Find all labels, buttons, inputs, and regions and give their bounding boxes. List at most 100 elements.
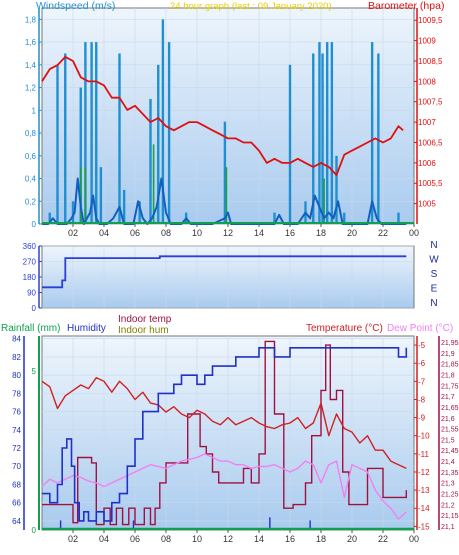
- windspeed-bar: [149, 98, 152, 224]
- windspeed-tick-label: 0: [32, 220, 37, 229]
- indoor-temp-axis-title: Indoor temp: [118, 314, 172, 325]
- temperature-tick-label: -15: [418, 522, 430, 531]
- indoor-temp-tick-label: 21,5: [441, 437, 455, 444]
- indoor-temp-tick-label: 21,25: [441, 492, 459, 499]
- compass-label: N: [430, 298, 437, 309]
- x-tick-label: 04: [99, 534, 109, 544]
- humidity-tick-label: 76: [12, 408, 21, 417]
- barometer-tick-label: 1007,5: [418, 98, 443, 107]
- barometer-tick-label: 1008: [418, 77, 436, 86]
- humidity-tick-label: 78: [12, 389, 21, 398]
- x-tick-label: 18: [316, 534, 326, 544]
- x-tick-label: 20: [347, 228, 357, 238]
- barometer-tick-label: 1008,5: [418, 57, 443, 66]
- temperature-tick-label: -10: [418, 432, 430, 441]
- x-tick-label: 02: [68, 534, 78, 544]
- indoor-temp-tick-label: 21,1: [441, 524, 455, 531]
- x-tick-label: 20: [347, 534, 357, 544]
- windspeed-tick-label: 0,2: [25, 197, 37, 206]
- windspeed-bar: [167, 42, 171, 225]
- barometer-tick-label: 1006: [418, 159, 436, 168]
- indoor-temp-tick-label: 21,7: [441, 394, 455, 401]
- indoor-temp-tick-label: 21,85: [441, 362, 459, 369]
- green-bar: [84, 167, 87, 224]
- humidity-axis-title: Humidity: [67, 323, 106, 334]
- indoor-temp-tick-label: 21,35: [441, 470, 459, 477]
- windspeed-bar: [56, 64, 59, 224]
- x-tick-label: 08: [161, 228, 171, 238]
- indoor-temp-tick-label: 21,8: [441, 372, 455, 379]
- windspeed-bar: [99, 167, 103, 224]
- dew-point-axis-title: Dew Point (°C): [387, 323, 453, 334]
- x-tick-label: 06: [130, 534, 140, 544]
- direction-tick-label: 90: [27, 289, 36, 298]
- indoor-temp-tick-label: 21,75: [441, 383, 459, 390]
- x-tick-label: 00: [409, 534, 419, 544]
- direction-tick-label: 360: [23, 242, 37, 251]
- barometer-tick-label: 1007: [418, 118, 436, 127]
- windspeed-bar: [370, 42, 374, 225]
- x-tick-label: 12: [223, 228, 233, 238]
- direction-tick-label: 180: [23, 273, 37, 282]
- windspeed-tick-label: 1: [32, 106, 37, 115]
- humidity-tick-label: 68: [12, 480, 21, 489]
- x-tick-label: 16: [285, 228, 295, 238]
- compass-label: E: [431, 284, 438, 295]
- direction-tick-label: 0: [32, 304, 37, 313]
- indoor-temp-tick-label: 21,2: [441, 502, 455, 509]
- indoor-temp-tick-label: 21,4: [441, 459, 455, 466]
- humidity-tick-label: 82: [12, 353, 21, 362]
- humidity-tick-label: 64: [12, 517, 21, 526]
- windspeed-bar: [95, 42, 98, 225]
- x-tick-label: 18: [316, 228, 326, 238]
- x-tick-label: 22: [378, 534, 388, 544]
- x-tick-label: 06: [130, 228, 140, 238]
- indoor-temp-tick-label: 21,6: [441, 416, 455, 423]
- barometer-tick-label: 1005: [418, 200, 436, 209]
- windspeed-bar: [330, 42, 334, 225]
- humidity-tick-label: 72: [12, 444, 21, 453]
- direction-tick-label: 270: [23, 258, 37, 267]
- barometer-axis-title: Barometer (hpa): [368, 0, 444, 12]
- x-tick-label: 08: [161, 534, 171, 544]
- indoor-hum-axis-title: Indoor hum: [118, 325, 169, 336]
- compass-labels: NWSEN: [429, 240, 439, 309]
- windspeed-tick-label: 0,8: [25, 129, 37, 138]
- temperature-tick-label: -14: [418, 504, 430, 513]
- graphs-canvas: 00,20,40,60,811,21,41,61,810051005,51006…: [1, 0, 459, 544]
- x-tick-label: 14: [254, 534, 264, 544]
- compass-label: W: [429, 255, 439, 266]
- rainfall-axis-title: Rainfall (mm): [1, 323, 60, 334]
- x-tick-label: 16: [285, 534, 295, 544]
- windspeed-tick-label: 1,2: [25, 84, 37, 93]
- compass-label: N: [430, 240, 437, 251]
- windspeed-tick-label: 1,8: [25, 15, 37, 24]
- humidity-tick-label: 70: [12, 462, 21, 471]
- humidity-tick-label: 80: [12, 371, 21, 380]
- x-tick-label: 02: [68, 228, 78, 238]
- windspeed-bar: [64, 53, 67, 225]
- temperature-tick-label: -6: [418, 359, 426, 368]
- indoor-temp-tick-label: 21,3: [441, 481, 455, 488]
- temperature-axis-title: Temperature (°C): [306, 323, 383, 334]
- temperature-tick-label: -7: [418, 377, 426, 386]
- windspeed-axis-title: Windspeed (m/s): [36, 0, 115, 12]
- indoor-temp-tick-label: 21,9: [441, 351, 455, 358]
- windspeed-tick-label: 0,4: [25, 175, 37, 184]
- windspeed-tick-label: 1,4: [25, 61, 37, 70]
- windspeed-bar: [288, 64, 292, 224]
- temperature-tick-label: -13: [418, 486, 430, 495]
- indoor-temp-tick-label: 21,15: [441, 513, 459, 520]
- humidity-tick-label: 84: [12, 335, 21, 344]
- x-tick-label: 22: [378, 228, 388, 238]
- temperature-tick-label: -9: [418, 414, 426, 423]
- temperature-tick-label: -5: [418, 341, 426, 350]
- windspeed-bar: [318, 42, 321, 225]
- barometer-tick-label: 1009,5: [418, 16, 443, 25]
- indoor-temp-tick-label: 21,65: [441, 405, 459, 412]
- x-tick-label: 14: [254, 228, 264, 238]
- indoor-temp-tick-label: 21,45: [441, 448, 459, 455]
- rainfall-tick-label: 5: [32, 367, 37, 376]
- x-tick-label: 00: [409, 228, 419, 238]
- windspeed-tick-label: 1,6: [25, 38, 37, 47]
